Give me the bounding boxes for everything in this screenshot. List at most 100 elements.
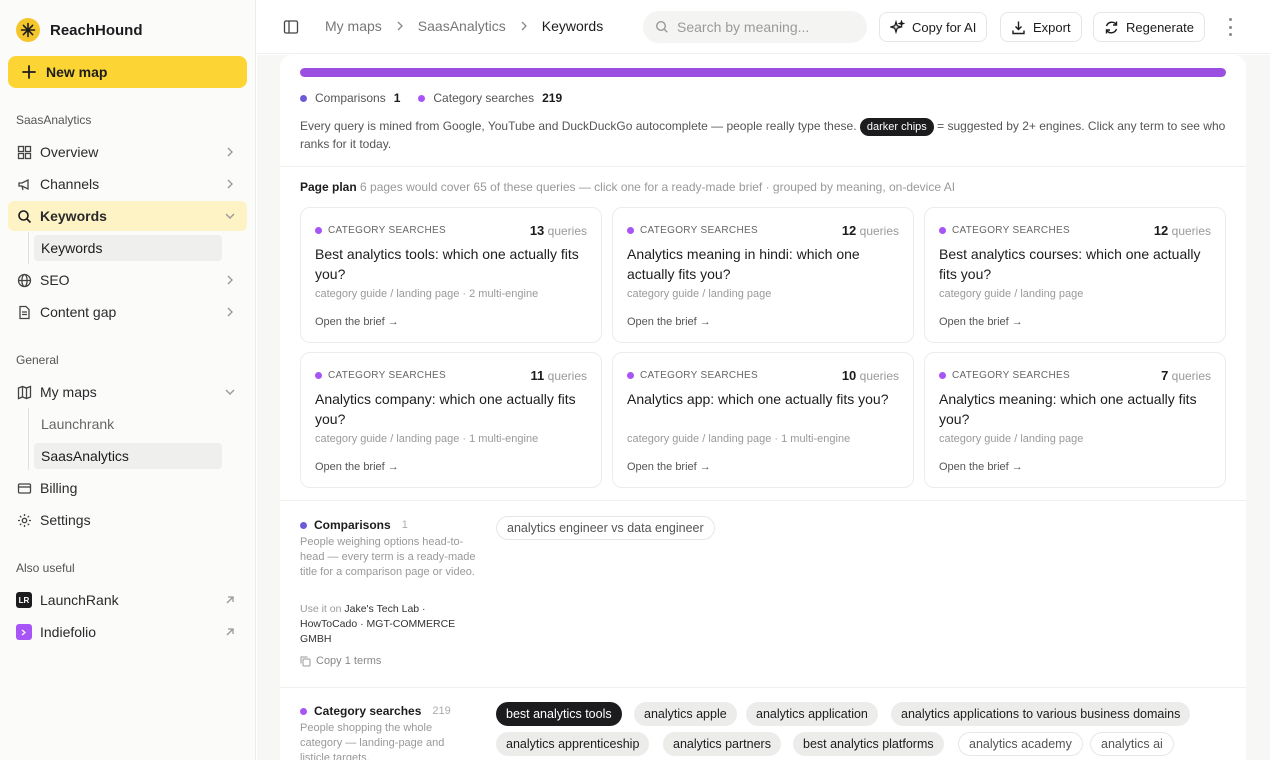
page-plan-subtitle: 6 pages would cover 65 of these queries … [360,180,956,194]
open-brief-link[interactable]: Open the brief → [315,316,399,328]
category-dot [300,707,307,715]
breadcrumb-keywords: Keywords [541,18,604,34]
chevron-right-icon [227,275,233,285]
keywords-panel: Comparisons 1 Category searches 219 Ever… [280,55,1246,760]
card-title: Analytics app: which one actually fits y… [627,391,889,407]
sidebar-link-launchrank[interactable]: LR LaunchRank [8,585,247,615]
sidebar-item-billing[interactable]: Billing [8,473,247,503]
category-dot [627,227,634,234]
divider [280,500,1246,501]
new-map-label: New map [46,64,108,80]
keyword-chip[interactable]: analytics academy [958,732,1083,756]
use-it-on-prefix: Use it on [300,603,342,615]
refresh-icon [1105,21,1118,33]
export-button[interactable]: Export [1000,12,1082,42]
sidebar-item-seo[interactable]: SEO [8,265,247,295]
keyword-chip[interactable]: analytics apprenticeship [496,732,650,756]
open-brief-link[interactable]: Open the brief → [939,461,1023,473]
sidebar-map-launchrank[interactable]: Launchrank [34,411,222,437]
copy-for-ai-button[interactable]: Copy for AI [879,12,988,42]
comparisons-use-it-on: Use it on Jake's Tech Lab · HowToCado · … [300,602,476,647]
topbar: My maps SaasAnalytics Keywords Copy for … [257,0,1270,54]
indiefolio-logo-icon [16,624,32,640]
card-title: Analytics meaning in hindi: which one ac… [627,246,860,282]
brand[interactable]: ReachHound [16,18,143,42]
copy-terms-button[interactable]: Copy 1 terms [300,655,381,667]
plan-card[interactable]: CATEGORY SEARCHES 12 queries Analytics m… [612,207,914,343]
brand-logo-icon [16,18,40,42]
open-brief-link[interactable]: Open the brief → [627,461,711,473]
sidebar-item-my-maps[interactable]: My maps [8,377,247,407]
regenerate-button[interactable]: Regenerate [1093,12,1205,42]
sidebar-map-saasanalytics[interactable]: SaasAnalytics [34,443,222,469]
legend-count: 1 [393,91,401,105]
card-queries-label: queries [547,224,587,238]
plan-card[interactable]: CATEGORY SEARCHES 12 queries Best analyt… [924,207,1226,343]
keyword-chip[interactable]: analytics ai [1090,732,1174,756]
divider [280,166,1246,167]
sidebar-item-overview[interactable]: Overview [8,137,247,167]
sidebar-item-settings[interactable]: Settings [8,505,247,535]
copy-for-ai-label: Copy for AI [912,19,977,35]
plus-icon [22,65,36,79]
open-brief-link[interactable]: Open the brief → [627,316,711,328]
card-queries-label: queries [1171,369,1211,383]
copy-terms-label: Copy 1 terms [316,655,382,667]
comparisons-group-description: People weighing options head-to-head — e… [300,536,476,578]
sidebar-toggle-icon[interactable] [283,19,299,35]
divider [280,687,1246,688]
sidebar-item-label: Channels [40,176,100,192]
sidebar-subitem-keywords[interactable]: Keywords [34,235,222,261]
breadcrumb-saasanalytics[interactable]: SaasAnalytics [418,18,506,34]
sidebar-link-indiefolio[interactable]: Indiefolio [8,617,247,647]
keyword-chip[interactable]: analytics partners [663,732,781,756]
also-useful-section-label: Also useful [16,561,75,575]
category-dot [939,372,946,379]
keyword-chip[interactable]: analytics application [746,702,878,726]
open-brief-link[interactable]: Open the brief → [315,461,399,473]
card-count: 12 [1153,223,1169,238]
breadcrumb-my-maps[interactable]: My maps [325,18,382,34]
coverage-bar [300,68,1226,77]
group-count: 219 [432,705,451,717]
sidebar-item-label: My maps [40,384,97,400]
card-count: 12 [841,223,857,238]
sidebar-item-keywords[interactable]: Keywords [8,201,247,231]
brand-name: ReachHound [50,21,143,39]
plan-card[interactable]: CATEGORY SEARCHES 10 queries Analytics a… [612,352,914,488]
sparkle-icon [890,19,905,34]
keyword-chip[interactable]: analytics applications to various busine… [891,702,1191,726]
sidebar-item-label: SEO [40,272,70,288]
globe-icon [16,272,32,288]
card-queries-label: queries [547,369,587,383]
card-meta: category guide / landing page · 1 multi-… [315,433,539,445]
category-dot [315,227,322,234]
external-link-icon [226,596,234,604]
keyword-chip[interactable]: analytics apple [634,702,737,726]
open-brief-link[interactable]: Open the brief → [939,316,1023,328]
new-map-button[interactable]: New map [8,56,247,88]
plan-card[interactable]: CATEGORY SEARCHES 7 queries Analytics me… [924,352,1226,488]
plan-card[interactable]: CATEGORY SEARCHES 13 queries Best analyt… [300,207,602,343]
card-meta: category guide / landing page · 1 multi-… [627,433,851,445]
keyword-chip[interactable]: analytics engineer vs data engineer [496,516,715,540]
sidebar-item-channels[interactable]: Channels [8,169,247,199]
chevron-down-icon [225,389,235,395]
more-options-icon[interactable] [1222,18,1238,36]
comparisons-dot [300,521,307,529]
sidebar-item-label: Content gap [40,304,117,320]
credit-card-icon [16,480,32,496]
category-dot [627,372,634,379]
card-title: Analytics company: which one actually fi… [315,391,576,427]
sidebar-item-content-gap[interactable]: Content gap [8,297,247,327]
sidebar-item-label: Keywords [40,208,107,224]
submenu-line [28,232,29,264]
legend-count: 219 [542,91,563,105]
keyword-chip[interactable]: best analytics platforms [793,732,944,756]
search-input[interactable] [677,19,857,35]
legend-label: Category searches [433,91,535,105]
keyword-chip[interactable]: best analytics tools [496,702,622,726]
plan-card[interactable]: CATEGORY SEARCHES 11 queries Analytics c… [300,352,602,488]
group-title-label: Category searches [314,704,422,718]
sidebar-item-label: LaunchRank [40,592,119,608]
